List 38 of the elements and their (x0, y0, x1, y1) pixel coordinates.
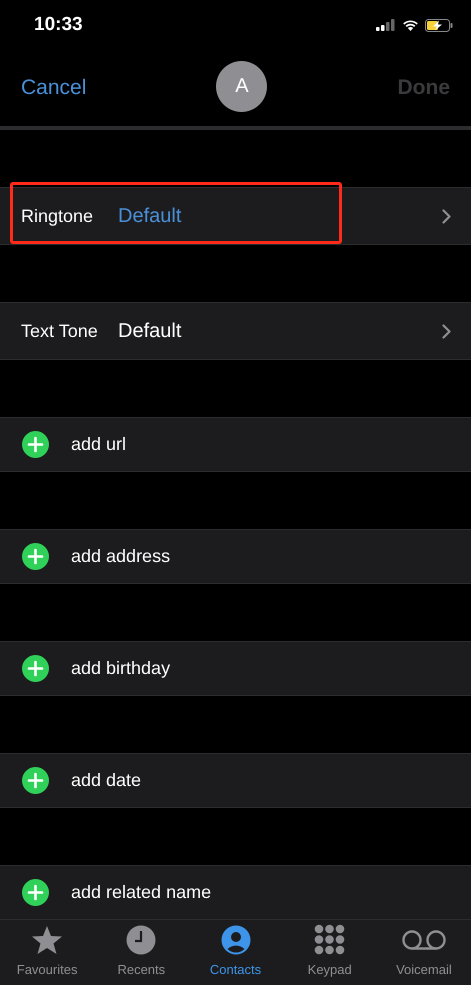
tab-button[interactable]: Keypad (282, 920, 377, 985)
tab-button[interactable]: Voicemail (376, 920, 471, 985)
add-field-row[interactable]: add birthday (0, 641, 471, 696)
plus-circle-icon[interactable] (22, 431, 49, 458)
star-icon (31, 924, 64, 954)
chevron-icon (442, 324, 451, 338)
plus-circle-icon[interactable] (22, 767, 49, 794)
signal-icon (376, 19, 396, 31)
add-field-row[interactable]: add address (0, 529, 471, 584)
person-circle-icon (220, 924, 250, 954)
wifi-icon (402, 19, 419, 31)
battery-charging-icon (425, 18, 453, 32)
row-value: Default (118, 319, 182, 344)
cancel-button[interactable]: Cancel (21, 72, 86, 104)
tab-button[interactable]: Contacts (188, 920, 283, 985)
row-label: Text Tone (21, 320, 99, 342)
plus-circle-icon[interactable] (22, 879, 49, 906)
ringtone-row[interactable]: Text Tone Default (0, 302, 471, 360)
add-field-row[interactable]: add related name (0, 865, 471, 920)
row-label: Ringtone (21, 204, 94, 228)
tab-button[interactable]: Favourites (0, 920, 94, 985)
contact-avatar[interactable]: A (216, 60, 268, 112)
add-field-row[interactable]: add date (0, 753, 471, 808)
tab-button[interactable]: Recents (94, 920, 188, 985)
row-label: add address (71, 545, 170, 568)
row-label: add birthday (71, 657, 170, 680)
status-time: 10:33 (34, 12, 83, 37)
keypad-icon (314, 924, 346, 956)
add-field-row[interactable]: add url (0, 417, 471, 472)
chevron-icon (442, 208, 451, 224)
row-label: add date (71, 769, 142, 792)
plus-circle-icon[interactable] (22, 655, 49, 682)
row-label: add url (71, 433, 126, 456)
row-label: add related name (71, 881, 212, 904)
plus-circle-icon[interactable] (22, 543, 49, 570)
row-value: Default (118, 204, 182, 229)
voicemail-icon (402, 928, 446, 950)
clock-icon (126, 924, 156, 954)
